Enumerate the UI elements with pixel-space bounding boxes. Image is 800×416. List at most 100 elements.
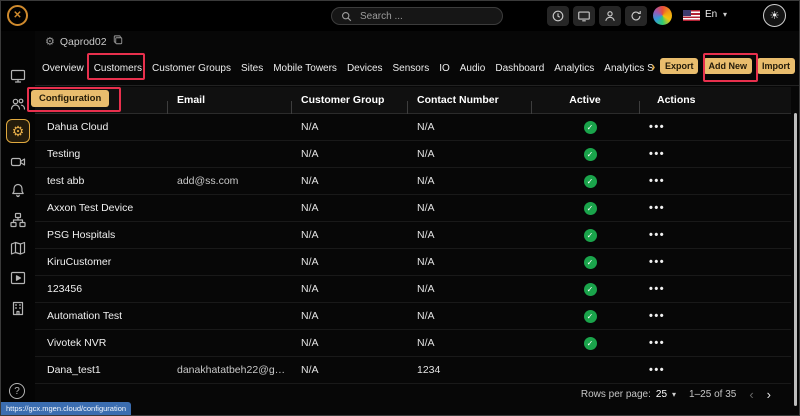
row-actions-icon[interactable]: ••• xyxy=(649,337,665,349)
sidebar-item-help[interactable]: ? xyxy=(9,383,25,399)
cell-name: KiruCustomer xyxy=(47,256,112,268)
table-row[interactable]: PSG Hospitals N/A N/A ✓ ••• xyxy=(35,222,791,249)
cell-contact-number: N/A xyxy=(417,121,435,133)
account-button[interactable] xyxy=(599,6,621,26)
cell-contact-number: N/A xyxy=(417,310,435,322)
cell-active: ✓ xyxy=(531,255,639,269)
cell-contact-number: N/A xyxy=(417,148,435,160)
row-actions-icon[interactable]: ••• xyxy=(649,121,665,133)
table-row[interactable]: test abb add@ss.com N/A N/A ✓ ••• xyxy=(35,168,791,195)
tab-mobile-towers[interactable]: Mobile Towers xyxy=(272,61,338,76)
active-check-icon: ✓ xyxy=(583,255,597,269)
table-row[interactable]: Testing N/A N/A ✓ ••• xyxy=(35,141,791,168)
table-header: Name Email Customer Group Contact Number… xyxy=(35,87,791,114)
tenant-name[interactable]: Qaprod02 xyxy=(60,36,107,48)
sidebar-item-cameras[interactable] xyxy=(9,153,27,171)
language-selector[interactable]: En xyxy=(705,9,717,20)
col-email: Email xyxy=(167,94,291,114)
cell-actions: ••• xyxy=(639,310,791,322)
app-window: ✕ En ▾ ☀ ⚙ xyxy=(0,0,800,416)
active-check-icon: ✓ xyxy=(583,174,597,188)
tab-analytics[interactable]: Analytics xyxy=(553,61,595,76)
cell-name: 123456 xyxy=(47,283,83,295)
tab-analytics-settings[interactable]: Analytics S xyxy=(603,61,654,76)
sidebar-item-map[interactable] xyxy=(9,239,27,257)
bell-icon xyxy=(12,183,24,198)
tab-customers[interactable]: Customers xyxy=(93,61,143,76)
row-actions-icon[interactable]: ••• xyxy=(649,283,665,295)
chevron-down-icon[interactable]: ▾ xyxy=(723,10,727,19)
active-check-icon: ✓ xyxy=(583,201,597,215)
cell-active: ✓ xyxy=(531,228,639,242)
col-contact-number: Contact Number xyxy=(407,94,531,114)
cell-actions: ••• xyxy=(639,256,791,268)
import-button[interactable]: Import xyxy=(757,58,795,74)
add-new-button[interactable]: Add New xyxy=(703,58,752,74)
row-actions-icon[interactable]: ••• xyxy=(649,310,665,322)
device-tree-icon xyxy=(10,212,26,228)
sidebar-item-devices[interactable] xyxy=(9,211,27,229)
refresh-button[interactable] xyxy=(625,6,647,26)
row-actions-icon[interactable]: ••• xyxy=(649,148,665,160)
table-row[interactable]: Vivotek NVR N/A N/A ✓ ••• xyxy=(35,330,791,357)
sidebar-item-users[interactable] xyxy=(9,95,27,113)
tabs-overflow-chevron[interactable]: › xyxy=(651,59,655,74)
theme-toggle-button[interactable]: ☀ xyxy=(763,4,786,27)
row-actions-icon[interactable]: ••• xyxy=(649,364,665,376)
cell-active: ✓ xyxy=(531,282,639,296)
table-row[interactable]: 123456 N/A N/A ✓ ••• xyxy=(35,276,791,303)
map-icon xyxy=(10,241,26,255)
cell-name: PSG Hospitals xyxy=(47,229,116,241)
sidebar-item-video[interactable] xyxy=(9,269,27,287)
sidebar-item-sites[interactable] xyxy=(9,299,27,317)
row-actions-icon[interactable]: ••• xyxy=(649,175,665,187)
gear-icon: ⚙ xyxy=(45,36,55,48)
app-logo-icon[interactable]: ✕ xyxy=(7,5,28,26)
vertical-scrollbar[interactable] xyxy=(794,113,797,406)
tab-audio[interactable]: Audio xyxy=(459,61,487,76)
copy-button[interactable] xyxy=(112,34,124,49)
clock-icon xyxy=(552,10,564,22)
global-search[interactable] xyxy=(331,7,503,25)
previous-page-button[interactable]: ‹ xyxy=(749,387,753,402)
sidebar-item-configuration[interactable]: ⚙ xyxy=(6,119,30,143)
display-button[interactable] xyxy=(573,6,595,26)
next-page-button[interactable]: › xyxy=(767,387,771,402)
monitor-icon xyxy=(578,11,590,22)
col-actions: Actions xyxy=(639,94,791,114)
export-button[interactable]: Export xyxy=(659,58,699,74)
tab-devices[interactable]: Devices xyxy=(346,61,384,76)
tab-overview[interactable]: Overview xyxy=(41,61,85,76)
tab-sensors[interactable]: Sensors xyxy=(392,61,431,76)
gear-icon: ⚙ xyxy=(11,122,25,139)
tab-sites[interactable]: Sites xyxy=(240,61,264,76)
rows-per-page-value[interactable]: 25 xyxy=(656,389,667,400)
sidebar-item-workstation[interactable] xyxy=(9,67,27,85)
row-actions-icon[interactable]: ••• xyxy=(649,229,665,241)
flag-canton xyxy=(683,10,691,16)
active-check-icon: ✓ xyxy=(583,282,597,296)
sidebar: ⚙ ? ⚙ xyxy=(1,31,35,415)
table-row[interactable]: KiruCustomer N/A N/A ✓ ••• xyxy=(35,249,791,276)
sidebar-item-notifications[interactable] xyxy=(9,181,27,199)
row-actions-icon[interactable]: ••• xyxy=(649,202,665,214)
tab-customer-groups[interactable]: Customer Groups xyxy=(151,61,232,76)
table-row[interactable]: Dana_test1 danakhatatbeh22@gmail.com N/A… xyxy=(35,357,791,384)
tab-io[interactable]: IO xyxy=(438,61,451,76)
history-clock-button[interactable] xyxy=(547,6,569,26)
search-input[interactable] xyxy=(358,9,478,23)
camera-icon xyxy=(10,157,26,167)
table-row[interactable]: Axxon Test Device N/A N/A ✓ ••• xyxy=(35,195,791,222)
table-row[interactable]: Dahua Cloud N/A N/A ✓ ••• xyxy=(35,114,791,141)
top-bar: ✕ En ▾ ☀ xyxy=(1,1,799,31)
brand-color-icon[interactable] xyxy=(653,6,672,25)
help-icon: ? xyxy=(14,385,20,397)
chevron-down-icon[interactable]: ▾ xyxy=(672,390,676,399)
tab-dashboard[interactable]: Dashboard xyxy=(494,61,545,76)
building-icon xyxy=(12,301,24,316)
row-actions-icon[interactable]: ••• xyxy=(649,256,665,268)
active-check-icon: ✓ xyxy=(583,228,597,242)
cell-name: Automation Test xyxy=(47,310,123,322)
cell-contact-number: 1234 xyxy=(417,364,441,376)
table-row[interactable]: Automation Test N/A N/A ✓ ••• xyxy=(35,303,791,330)
